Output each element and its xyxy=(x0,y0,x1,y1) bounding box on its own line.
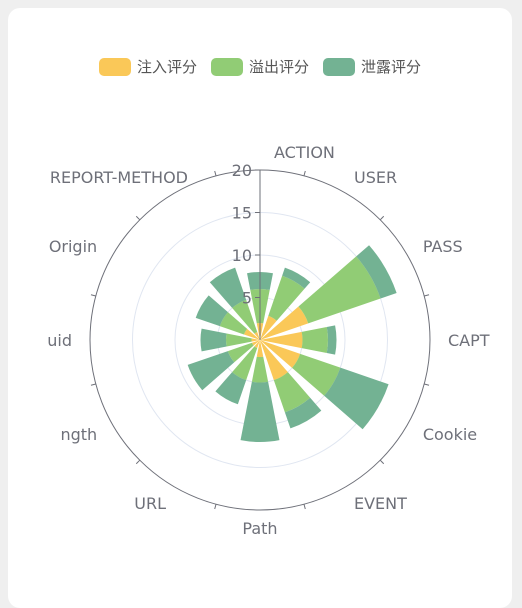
radius-tick-label-3: 20 xyxy=(232,161,252,180)
category-label-10: Origin xyxy=(49,237,97,256)
bar-leak-9 xyxy=(200,328,227,352)
angle-axis-tick xyxy=(379,459,385,465)
category-label-3: CAPT xyxy=(448,331,490,350)
angle-axis-tick xyxy=(303,170,306,176)
category-label-0: ACTION xyxy=(274,143,335,162)
bar-leak-6 xyxy=(240,381,280,442)
polar-bar-chart: ACTION USER PASS CAPT Cookie EVENT Path URL ngth… xyxy=(47,143,490,538)
angle-axis-tick xyxy=(214,504,217,510)
category-label-8: ngth xyxy=(60,425,97,444)
bar-overflow-3 xyxy=(301,327,328,353)
bar-leak-3 xyxy=(326,325,337,355)
category-label-5: EVENT xyxy=(354,494,407,513)
angle-axis-tick xyxy=(214,170,217,176)
radius-tick-label-0: 5 xyxy=(242,289,252,308)
angle-axis-tick xyxy=(424,294,430,297)
angle-axis-tick xyxy=(90,294,96,297)
bar-injection-6 xyxy=(256,340,264,357)
bar-injection-9 xyxy=(251,338,260,342)
chart-card: 注入评分 溢出评分 泄露评分 ACTION USER PASS CAPT Cookie E… xyxy=(8,8,512,608)
category-label-11: REPORT-METHOD xyxy=(50,168,188,187)
bar-overflow-6 xyxy=(251,356,269,383)
category-label-9: uid xyxy=(47,331,72,350)
category-label-6: Path xyxy=(242,519,277,538)
category-label-2: PASS xyxy=(423,237,463,256)
category-label-7: URL xyxy=(134,494,166,513)
radius-tick-label-2: 15 xyxy=(232,204,252,223)
bar-injection-3 xyxy=(260,331,303,349)
radius-tick-label-1: 10 xyxy=(232,246,252,265)
angle-axis-tick xyxy=(135,215,141,221)
angle-axis-tick xyxy=(135,459,141,465)
angle-axis-tick xyxy=(424,383,430,386)
angle-axis-tick xyxy=(90,383,96,386)
category-label-1: USER xyxy=(354,168,397,187)
angle-axis-tick xyxy=(303,504,306,510)
angle-axis-tick xyxy=(379,215,385,221)
category-label-4: Cookie xyxy=(423,425,477,444)
